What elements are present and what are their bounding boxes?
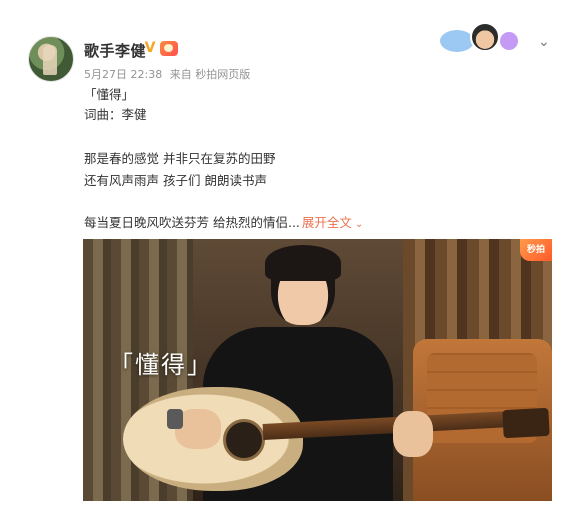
performer-hair xyxy=(265,245,341,281)
weibo-post-card: 歌手李健 V 5月27日 22:38 来自 秒拍网页版 ⌄ 「懂得」 词曲：李健… xyxy=(0,0,575,511)
member-badge-icon xyxy=(160,41,178,56)
guitar-soundhole xyxy=(223,419,265,461)
video-source-tag: 秒拍 xyxy=(520,239,552,261)
expand-chevron-icon[interactable]: ⌄ xyxy=(355,219,363,230)
video-player[interactable]: 「懂得」 秒拍 xyxy=(83,239,552,501)
performer-left-hand xyxy=(393,411,433,457)
post-meta: 5月27日 22:38 来自 秒拍网页版 xyxy=(84,66,254,82)
expand-text-link[interactable]: 展开全文 xyxy=(302,215,352,230)
post-source[interactable]: 来自 秒拍网页版 xyxy=(170,68,251,81)
decoration-cloud-icon xyxy=(440,30,474,52)
header-decoration xyxy=(440,22,522,56)
post-lyric-line-3: 每当夏日晚风吹送芬芳 给热烈的情侣... 展开全文 ⌄ xyxy=(84,214,363,234)
post-lyric-text: 每当夏日晚风吹送芬芳 给热烈的情侣... xyxy=(84,215,300,230)
post-lyric-line-2: 还有风声雨声 孩子们 朗朗读书声 xyxy=(84,173,267,188)
chevron-down-icon[interactable]: ⌄ xyxy=(538,34,552,50)
post-date[interactable]: 5月27日 22:38 xyxy=(84,68,162,81)
guitar-headstock xyxy=(502,407,550,439)
verified-badge-icon: V xyxy=(144,40,156,56)
decoration-star-icon xyxy=(500,32,518,50)
wristwatch xyxy=(167,409,183,429)
post-credit-line: 词曲：李健 xyxy=(84,107,147,122)
user-avatar[interactable] xyxy=(28,36,74,82)
video-overlay-title: 「懂得」 xyxy=(109,351,213,379)
decoration-avatar-icon xyxy=(470,22,500,52)
post-lyric-line-1: 那是春的感觉 并非只在复苏的田野 xyxy=(84,151,276,166)
username[interactable]: 歌手李健 xyxy=(84,40,146,61)
post-title-line: 「懂得」 xyxy=(84,87,135,102)
